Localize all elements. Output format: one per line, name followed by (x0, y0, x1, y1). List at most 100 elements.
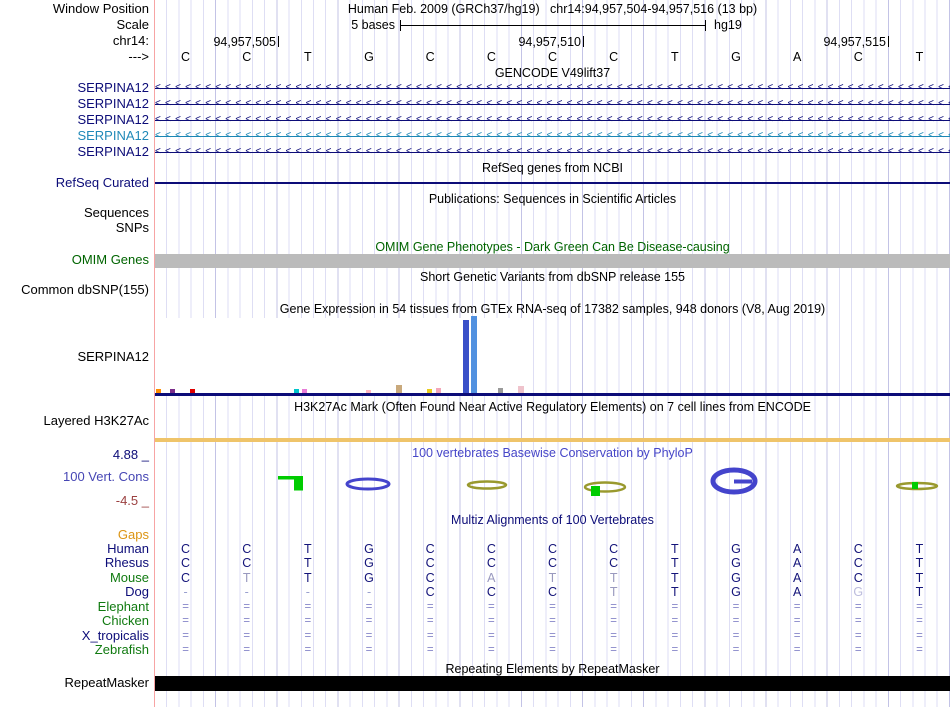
track-label-zebrafish[interactable]: Zebrafish (95, 643, 149, 657)
mz-human-10: A (792, 542, 802, 556)
cons-glyph-4-bar (734, 479, 752, 484)
track-label-strand[interactable]: ---> (128, 50, 149, 64)
track-label-omim-genes[interactable]: OMIM Genes (72, 253, 149, 267)
track-label-cons-min[interactable]: -4.5 _ (116, 494, 149, 508)
track-label-gtex-gene[interactable]: SERPINA12 (77, 350, 149, 364)
gtex-bar-8[interactable] (436, 388, 441, 393)
mz-dog-8: T (670, 585, 679, 599)
cons-glyph-0-stem (294, 479, 303, 491)
genome-browser-image[interactable]: Human Feb. 2009 (GRCh37/hg19) chr14:94,9… (0, 0, 950, 707)
mz-zebrafish-2: = (304, 644, 312, 656)
mz-dog-3: - (366, 585, 372, 599)
track-label-rhesus[interactable]: Rhesus (105, 556, 149, 570)
track-label-layered-h3k27ac[interactable]: Layered H3K27Ac (43, 414, 149, 428)
mz-elephant-8: = (671, 601, 679, 613)
track-label-cons-max[interactable]: 4.88 _ (113, 448, 149, 462)
mz-mouse-9: G (731, 571, 741, 585)
track-label-serpina12-5[interactable]: SERPINA12 (77, 145, 149, 159)
track-label-x-tropicalis[interactable]: X_tropicalis (82, 629, 149, 643)
gtex-bar-2[interactable] (190, 389, 195, 393)
mz-elephant-4: = (426, 601, 434, 613)
h3k27ac-track-title: H3K27Ac Mark (Often Found Near Active Re… (294, 400, 811, 414)
mz-zebrafish-11: = (854, 644, 862, 656)
gtex-bar-4[interactable] (302, 389, 307, 393)
mz-mouse-8: T (670, 571, 679, 585)
mz-mouse-11: C (853, 571, 863, 585)
track-label-chrom[interactable]: chr14: (113, 34, 149, 48)
track-label-sequences[interactable]: Sequences (84, 206, 149, 220)
track-label-mouse[interactable]: Mouse (110, 571, 149, 585)
cons-glyph-5-square (912, 482, 918, 489)
mz-x_tropicalis-1: = (243, 630, 251, 642)
track-label-human[interactable]: Human (107, 542, 149, 556)
scale-bar-right-tick (705, 19, 706, 31)
transcript-arrows-4: <<<<<<<<<<<<<<<<<<<<<<<<<<<<<<<<<<<<<<<<… (155, 146, 950, 157)
ruler-tick-1 (583, 36, 584, 47)
track-label-serpina12-2[interactable]: SERPINA12 (77, 97, 149, 111)
mz-human-1: C (242, 542, 252, 556)
base-0: C (181, 50, 191, 64)
gtex-bar-7[interactable] (427, 389, 432, 393)
mz-zebrafish-9: = (732, 644, 740, 656)
mz-x_tropicalis-7: = (610, 630, 617, 642)
track-label-dog[interactable]: Dog (125, 585, 149, 599)
track-label-serpina12-1[interactable]: SERPINA12 (77, 81, 149, 95)
mz-zebrafish-3: = (365, 644, 373, 656)
mz-human-12: T (915, 542, 924, 556)
track-label-gaps[interactable]: Gaps (118, 528, 149, 542)
gtex-bar-10[interactable] (471, 316, 477, 393)
mz-chicken-1: = (243, 615, 251, 627)
gtex-baseline (155, 393, 950, 396)
track-label-refseq-curated[interactable]: RefSeq Curated (56, 176, 149, 190)
base-3: G (364, 50, 374, 64)
gtex-bar-0[interactable] (156, 389, 161, 393)
gtex-bar-11[interactable] (498, 388, 503, 393)
track-label-common-dbsnp[interactable]: Common dbSNP(155) (21, 283, 149, 297)
mz-elephant-2: = (304, 601, 312, 613)
mz-mouse-4: C (425, 571, 435, 585)
track-label-serpina12-3[interactable]: SERPINA12 (77, 113, 149, 127)
mz-x_tropicalis-11: = (854, 630, 862, 642)
base-12: T (915, 50, 924, 64)
gtex-bar-1[interactable] (170, 389, 175, 393)
base-9: G (731, 50, 741, 64)
mz-rhesus-0: C (181, 556, 191, 570)
mz-mouse-0: C (181, 571, 191, 585)
track-label-scale[interactable]: Scale (116, 18, 149, 32)
mz-rhesus-6: C (547, 556, 558, 570)
repeatmasker-element[interactable] (155, 676, 950, 691)
mz-zebrafish-12: = (916, 644, 923, 656)
phylop-conservation-glyphs[interactable] (155, 460, 950, 505)
gtex-bar-5[interactable] (366, 390, 371, 393)
h3k27ac-signal-band[interactable] (155, 438, 950, 442)
gtex-track-title: Gene Expression in 54 tissues from GTEx … (279, 302, 826, 316)
mz-x_tropicalis-10: = (793, 630, 801, 642)
mz-rhesus-12: T (915, 556, 924, 570)
mz-human-6: C (547, 542, 558, 556)
track-label-elephant[interactable]: Elephant (98, 600, 149, 614)
track-label-chicken[interactable]: Chicken (102, 614, 149, 628)
omim-gene-item[interactable] (155, 254, 950, 268)
track-label-repeatmasker[interactable]: RepeatMasker (64, 676, 149, 690)
mz-zebrafish-10: = (793, 644, 801, 656)
track-label-serpina12-4[interactable]: SERPINA12 (77, 129, 149, 143)
gtex-bar-6[interactable] (396, 385, 402, 393)
mz-zebrafish-1: = (243, 644, 251, 656)
track-label-snps[interactable]: SNPs (116, 221, 149, 235)
assembly-position-title: Human Feb. 2009 (GRCh37/hg19) chr14:94,9… (347, 2, 758, 16)
base-8: T (670, 50, 679, 64)
gtex-bar-3[interactable] (294, 389, 299, 393)
mz-mouse-7: T (609, 571, 618, 585)
publications-track-title: Publications: Sequences in Scientific Ar… (428, 192, 677, 206)
scale-bar-left-tick (400, 19, 401, 31)
gtex-bar-12[interactable] (518, 386, 524, 393)
mz-elephant-9: = (732, 601, 740, 613)
mz-elephant-3: = (365, 601, 373, 613)
base-11: C (853, 50, 863, 64)
mz-dog-4: C (425, 585, 435, 599)
track-label-vert-cons[interactable]: 100 Vert. Cons (63, 470, 149, 484)
refseq-curated-item[interactable] (155, 182, 950, 184)
gtex-bar-9[interactable] (463, 320, 469, 393)
mz-chicken-11: = (854, 615, 862, 627)
track-label-window-position[interactable]: Window Position (53, 2, 149, 16)
